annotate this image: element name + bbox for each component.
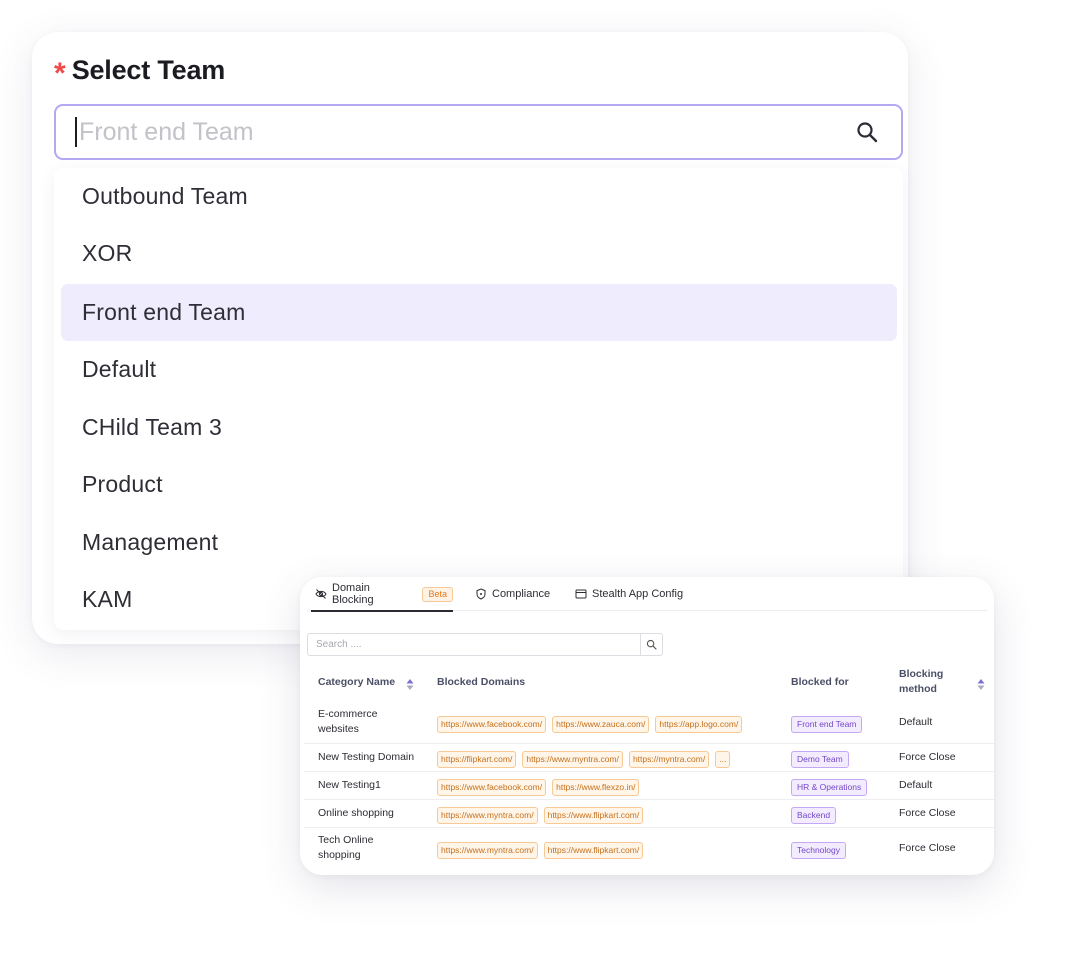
- blocked-domains: https://www.myntra.com/ https://www.flip…: [437, 807, 644, 824]
- domain-chip: https://flipkart.com/: [437, 751, 517, 768]
- category-name-line: websites: [318, 723, 359, 735]
- search-icon[interactable]: [849, 114, 885, 150]
- blocked-for-chip: HR & Operations: [791, 779, 868, 796]
- column-header-domains: Blocked Domains: [437, 676, 526, 688]
- domain-search-field[interactable]: [307, 633, 663, 656]
- window-icon: [575, 588, 587, 600]
- domain-blocking-panel: Domain Blocking Beta Compliance Stealth …: [300, 577, 994, 875]
- blocking-method: Force Close: [899, 842, 956, 854]
- search-icon[interactable]: [640, 634, 662, 655]
- domain-chip: https://www.flexzo.in/: [552, 779, 640, 796]
- domain-chip: https://www.flipkart.com/: [543, 807, 644, 824]
- table-row[interactable]: New Testing1 https://www.facebook.com/ h…: [304, 772, 994, 800]
- blocked-for-chip: Technology: [791, 842, 847, 859]
- domain-search-input[interactable]: [308, 634, 640, 655]
- blocking-method: Force Close: [899, 751, 956, 763]
- category-name: New Testing1: [318, 779, 381, 791]
- column-header-category[interactable]: Category Name: [318, 675, 395, 690]
- blocked-for-chip: Demo Team: [791, 751, 849, 768]
- category-name-line: Tech Online: [318, 834, 374, 846]
- domain-chip: https://www.myntra.com/: [437, 842, 538, 859]
- select-team-heading: * Select Team: [54, 52, 226, 90]
- blocked-domains: https://flipkart.com/ https://www.myntra…: [437, 751, 731, 768]
- team-option[interactable]: Product: [61, 456, 897, 513]
- beta-badge: Beta: [422, 586, 453, 602]
- category-name: Tech Online shopping: [318, 833, 428, 863]
- table-row[interactable]: New Testing Domain https://flipkart.com/…: [304, 744, 994, 772]
- sort-icon[interactable]: [406, 677, 414, 690]
- domain-chip: https://app.logo.com/: [655, 716, 743, 733]
- required-marker: *: [54, 57, 66, 90]
- category-name: New Testing Domain: [318, 751, 415, 763]
- category-name-line: shopping: [318, 849, 361, 861]
- table-row[interactable]: Online shopping https://www.myntra.com/ …: [304, 800, 994, 828]
- tab-domain-blocking[interactable]: Domain Blocking Beta: [311, 577, 453, 612]
- blocked-for-chip: Backend: [791, 807, 837, 824]
- team-option[interactable]: Outbound Team: [61, 168, 897, 225]
- column-header-method-line2: method: [899, 683, 937, 695]
- table-row[interactable]: Tech Online shopping https://www.myntra.…: [304, 828, 994, 870]
- column-header-method-line1: Blocking: [899, 668, 944, 680]
- tab-label: Compliance: [492, 588, 551, 600]
- tab-compliance[interactable]: Compliance: [475, 577, 550, 611]
- domain-chip: https://www.facebook.com/: [437, 779, 547, 796]
- blocked-domains: https://www.facebook.com/ https://www.fl…: [437, 779, 640, 796]
- domain-chip: https://myntra.com/: [628, 751, 710, 768]
- eye-off-icon: [315, 588, 327, 600]
- blocking-method: Force Close: [899, 807, 956, 819]
- tab-label: Stealth App Config: [592, 588, 684, 600]
- team-search-input[interactable]: [77, 106, 849, 158]
- category-name-line: E-commerce: [318, 708, 378, 720]
- blocked-domains: https://www.myntra.com/ https://www.flip…: [437, 842, 644, 859]
- team-search-field[interactable]: [54, 104, 903, 160]
- domain-chip: https://www.myntra.com/: [437, 807, 538, 824]
- team-option[interactable]: Default: [61, 341, 897, 398]
- blocking-method: Default: [899, 779, 933, 791]
- tab-label: Domain Blocking: [332, 582, 374, 606]
- category-name: Online shopping: [318, 807, 394, 819]
- blocking-method: Default: [899, 716, 933, 728]
- blocked-domains: https://www.facebook.com/ https://www.za…: [437, 716, 743, 733]
- column-header-blocked-for: Blocked for: [791, 676, 849, 688]
- shield-icon: [475, 588, 487, 600]
- blocked-for-chip: Front end Team: [791, 716, 863, 733]
- domain-chip: https://www.facebook.com/: [437, 716, 547, 733]
- team-option[interactable]: XOR: [61, 225, 897, 282]
- team-option[interactable]: Management: [61, 514, 897, 571]
- domain-chip: https://www.flipkart.com/: [543, 842, 644, 859]
- table-row[interactable]: E-commerce websites https://www.facebook…: [304, 701, 994, 744]
- tab-stealth-app-config[interactable]: Stealth App Config: [575, 577, 683, 611]
- domain-chip: https://www.zauca.com/: [552, 716, 650, 733]
- team-option[interactable]: CHild Team 3: [61, 399, 897, 456]
- team-options-dropdown: Outbound Team XOR Front end Team Default…: [54, 168, 903, 630]
- sort-icon[interactable]: [977, 677, 985, 690]
- category-name: E-commerce websites: [318, 707, 428, 737]
- column-header-method[interactable]: Blocking method: [899, 667, 943, 697]
- team-option-selected[interactable]: Front end Team: [61, 284, 897, 341]
- settings-tabs: Domain Blocking Beta Compliance Stealth …: [307, 577, 987, 612]
- select-team-label: Select Team: [71, 54, 226, 85]
- domain-chip: https://www.myntra.com/: [522, 751, 623, 768]
- more-domains-chip[interactable]: ...: [715, 751, 731, 768]
